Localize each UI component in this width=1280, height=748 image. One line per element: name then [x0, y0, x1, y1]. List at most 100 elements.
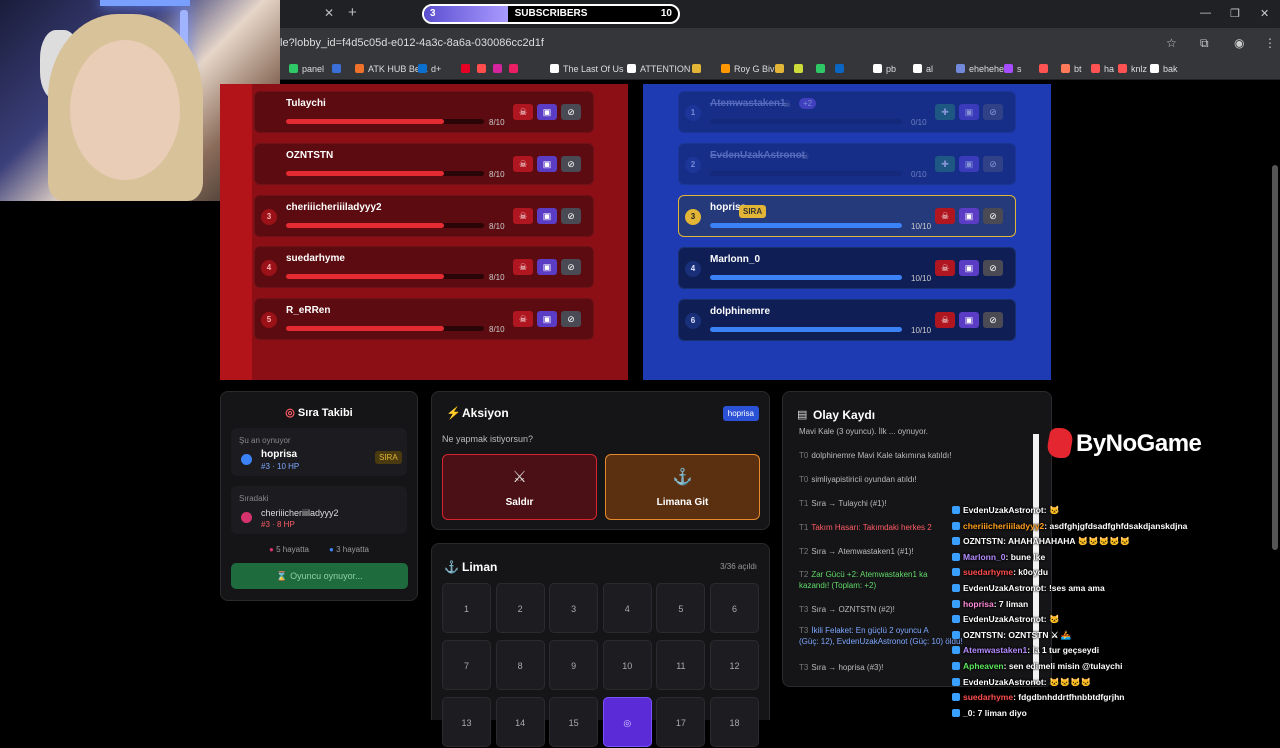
bookmark-item[interactable]: pb [873, 64, 896, 74]
info-button[interactable]: ▣ [959, 104, 979, 120]
harbor-cell[interactable]: 2 [495, 583, 545, 633]
bookmark-item[interactable]: s [1004, 64, 1022, 74]
harbor-cell[interactable]: 3 [549, 583, 599, 633]
harbor-cell[interactable]: 14 [495, 697, 545, 747]
harbor-cell[interactable]: 11 [656, 640, 706, 690]
attack-player-button[interactable]: ☠ [513, 311, 533, 328]
bookmark-item[interactable]: ATK HUB Beta [355, 64, 427, 74]
attack-player-button[interactable]: ☠ [513, 104, 533, 120]
block-button[interactable]: ⊘ [983, 104, 1003, 120]
bookmark-item[interactable]: ha [1091, 64, 1114, 74]
harbor-cell[interactable]: 4 [602, 583, 652, 633]
bookmark-item[interactable]: ATTENTION [627, 64, 690, 74]
block-button[interactable]: ⊘ [561, 259, 581, 276]
info-button[interactable]: ▣ [537, 155, 557, 172]
bookmark-item[interactable] [775, 64, 788, 74]
log-text: simliyapistiricii oyundan atıldı! [811, 475, 917, 484]
bookmark-item[interactable] [332, 64, 345, 74]
harbor-cell[interactable]: 7 [442, 640, 491, 690]
info-button[interactable]: ▣ [959, 312, 979, 328]
info-button[interactable]: ▣ [537, 259, 557, 276]
profile-icon[interactable]: ◉ [1234, 36, 1244, 50]
bookmark-item[interactable]: knlz [1118, 64, 1147, 74]
event-log-title: Olay Kaydı [813, 408, 876, 422]
attack-player-button[interactable]: ☠ [513, 259, 533, 276]
harbor-cell[interactable]: 9 [549, 640, 599, 690]
bookmark-item[interactable] [816, 64, 829, 74]
block-button[interactable]: ⊘ [561, 311, 581, 328]
block-button[interactable]: ⊘ [983, 208, 1003, 224]
bookmark-item[interactable]: The Last Of Us [550, 64, 624, 74]
info-button[interactable]: ▣ [959, 208, 979, 224]
minimize-icon[interactable]: — [1200, 7, 1211, 19]
harbor-cell[interactable]: ◎ [602, 697, 652, 747]
bookmark-item[interactable] [794, 64, 807, 74]
chat-message: EvdenUzakAstronot: 🐱 [952, 505, 1060, 516]
bookmark-item[interactable] [477, 64, 490, 74]
bookmark-item[interactable]: ehehehee [956, 64, 1009, 74]
hp-bar [286, 274, 484, 280]
url-text[interactable]: le?lobby_id=f4d5c05d-e012-4a3c-8a6a-0300… [280, 37, 544, 49]
close-tab-icon[interactable]: ✕ [324, 6, 334, 20]
page-scrollbar[interactable] [1272, 165, 1278, 550]
bolt-icon: ⚡ [446, 406, 461, 420]
chat-badge-icon [952, 630, 960, 639]
harbor-cell[interactable]: 18 [710, 697, 759, 747]
bookmark-item[interactable]: al [913, 64, 933, 74]
attack-player-button[interactable]: ☠ [513, 207, 533, 224]
maximize-icon[interactable]: ❐ [1230, 7, 1240, 20]
harbor-cell[interactable]: 13 [442, 697, 491, 747]
extensions-icon[interactable]: ⧉ [1200, 36, 1209, 51]
attack-button[interactable]: ⚔ Saldır [442, 454, 597, 520]
info-button[interactable]: ▣ [537, 207, 557, 224]
bookmark-item[interactable]: panel [289, 64, 324, 74]
block-button[interactable]: ⊘ [561, 104, 581, 120]
subscriber-label: SUBSCRIBERS [514, 8, 588, 19]
attack-player-button[interactable]: ☠ [935, 312, 955, 328]
bookmark-item[interactable]: d+ [418, 64, 441, 74]
bookmark-item[interactable]: bt [1061, 64, 1082, 74]
bookmark-item[interactable] [493, 64, 506, 74]
attack-player-button[interactable]: ☠ [513, 155, 533, 172]
bookmark-item[interactable] [835, 64, 848, 74]
block-button[interactable]: ⊘ [983, 312, 1003, 328]
bookmark-item[interactable]: bak [1150, 64, 1178, 74]
go-to-harbor-button[interactable]: ⚓ Limana Git [605, 454, 760, 520]
block-button[interactable]: ⊘ [983, 260, 1003, 276]
waiting-status-button[interactable]: ⌛ Oyuncu oynuyor... [231, 563, 408, 589]
hp-text: 8/10 [489, 221, 505, 231]
harbor-cell[interactable]: 15 [549, 697, 599, 747]
action-question: Ne yapmak istiyorsun? [442, 434, 534, 444]
player-number-badge: 4 [685, 261, 701, 277]
block-button[interactable]: ⊘ [561, 207, 581, 224]
blue-player-row: 2 EvdenUzakAstronot ☠ 0/10 ✚ ▣ ⊘ [678, 143, 1016, 185]
attack-player-button[interactable]: ☠ [935, 208, 955, 224]
info-button[interactable]: ▣ [537, 104, 557, 120]
info-button[interactable]: ▣ [537, 311, 557, 328]
star-icon[interactable]: ☆ [1166, 36, 1177, 50]
hp-bar [710, 119, 902, 124]
attack-player-button[interactable]: ☠ [935, 260, 955, 276]
log-turn: T1 [799, 523, 809, 532]
harbor-cell[interactable]: 10 [602, 640, 652, 690]
heal-button[interactable]: ✚ [935, 104, 955, 120]
block-button[interactable]: ⊘ [983, 156, 1003, 172]
harbor-cell[interactable]: 5 [656, 583, 706, 633]
block-button[interactable]: ⊘ [561, 155, 581, 172]
harbor-cell[interactable]: 1 [442, 583, 491, 633]
heal-button[interactable]: ✚ [935, 156, 955, 172]
harbor-cell[interactable]: 6 [710, 583, 759, 633]
bookmark-item[interactable] [509, 64, 522, 74]
bookmark-item[interactable] [692, 64, 705, 74]
info-button[interactable]: ▣ [959, 156, 979, 172]
close-window-icon[interactable]: ✕ [1260, 7, 1269, 20]
harbor-cell[interactable]: 17 [656, 697, 706, 747]
menu-icon[interactable]: ⋮ [1264, 36, 1276, 50]
bookmark-item[interactable] [461, 64, 474, 74]
harbor-cell[interactable]: 8 [495, 640, 545, 690]
bookmark-item[interactable]: Roy G Biv [721, 64, 775, 74]
harbor-cell[interactable]: 12 [710, 640, 759, 690]
new-tab-icon[interactable]: + [348, 4, 357, 21]
bookmark-item[interactable] [1039, 64, 1052, 74]
info-button[interactable]: ▣ [959, 260, 979, 276]
